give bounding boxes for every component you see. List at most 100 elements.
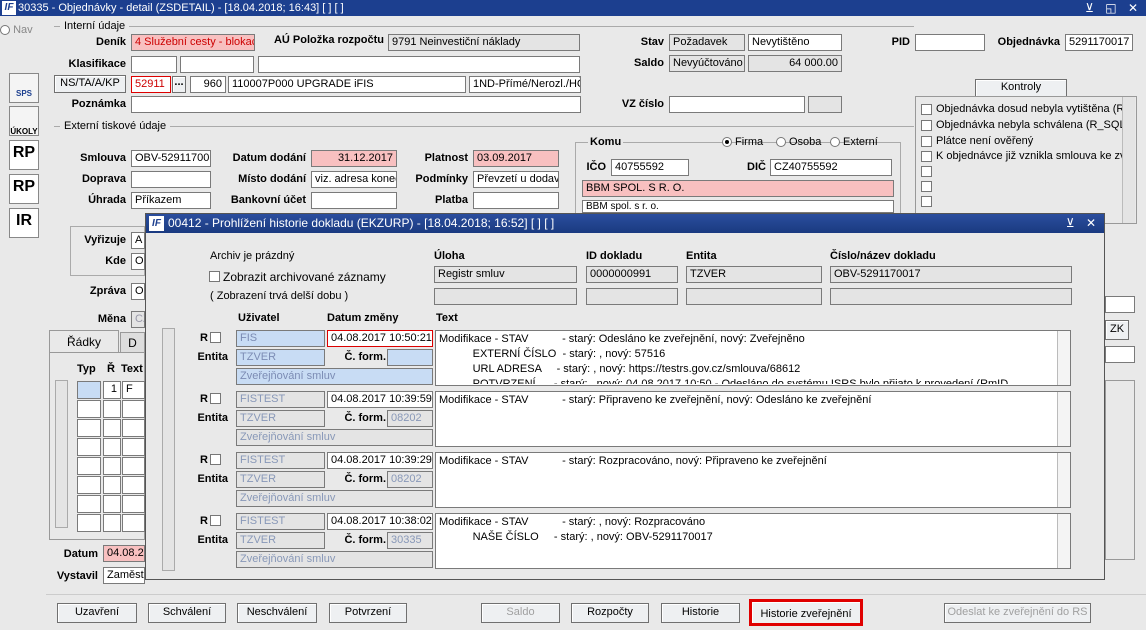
record-entity-field[interactable]: TZVER <box>236 471 325 488</box>
record-desc-field[interactable]: Zveřejňování smluv <box>236 551 433 568</box>
sps-button[interactable]: SPS <box>9 73 39 103</box>
radky-r-cell[interactable] <box>103 476 121 494</box>
record-entity-field[interactable]: TZVER <box>236 532 325 549</box>
record-date-field[interactable]: 04.08.2017 10:50:21 <box>327 330 433 347</box>
misto-dodani-field[interactable]: viz. adresa konec <box>311 171 397 188</box>
radky-text-cell[interactable] <box>122 514 145 532</box>
record-entity-field[interactable]: TZVER <box>236 410 325 427</box>
saldo-field-2[interactable]: 64 000.00 <box>748 55 842 72</box>
neschvaleni-button[interactable]: Neschválení <box>237 603 317 623</box>
record-text-scrollbar[interactable] <box>1057 514 1070 568</box>
datum-dodani-field[interactable]: 31.12.2017 <box>311 150 397 167</box>
kontroly-button[interactable]: Kontroly <box>975 79 1067 97</box>
dic-field[interactable]: CZ40755592 <box>770 159 892 176</box>
right-field-1[interactable] <box>1105 296 1135 313</box>
platba-field[interactable] <box>473 192 559 209</box>
kontrola-checkbox-2[interactable] <box>921 120 932 131</box>
record-text-scrollbar[interactable] <box>1057 331 1070 385</box>
au-field[interactable]: 9791 Neinvestiční náklady <box>388 34 580 51</box>
record-text-scrollbar[interactable] <box>1057 453 1070 507</box>
radky-typ-cell[interactable] <box>77 457 101 475</box>
entita-field-2[interactable] <box>686 288 822 305</box>
radky-r-cell[interactable] <box>103 438 121 456</box>
record-date-field[interactable]: 04.08.2017 10:38:02 <box>327 513 433 530</box>
id-dokladu-field[interactable]: 0000000991 <box>586 266 678 283</box>
datum-field[interactable]: 04.08.2 <box>103 545 145 562</box>
radky-typ-cell[interactable] <box>77 400 101 418</box>
kontrola-checkbox-5[interactable] <box>921 166 932 177</box>
stav-field-2[interactable]: Nevytištěno <box>748 34 842 51</box>
radky-text-cell[interactable] <box>122 400 145 418</box>
kde-field[interactable]: O <box>131 253 145 270</box>
firma-radio[interactable] <box>722 137 732 147</box>
entita-field[interactable]: TZVER <box>686 266 822 283</box>
record-cform-field[interactable] <box>387 349 433 366</box>
podminky-field[interactable]: Převzetí u dodav <box>473 171 559 188</box>
externi-radio[interactable] <box>830 137 840 147</box>
radky-r-cell[interactable] <box>103 495 121 513</box>
record-r-checkbox[interactable] <box>210 332 221 343</box>
radky-r-cell[interactable] <box>103 514 121 532</box>
historie-zverejneni-button[interactable]: Historie zveřejnění <box>749 599 863 626</box>
radky-typ-cell[interactable] <box>77 514 101 532</box>
radky-typ-cell[interactable] <box>77 438 101 456</box>
kontrola-checkbox-3[interactable] <box>921 136 932 147</box>
kontrola-checkbox-4[interactable] <box>921 151 932 162</box>
ta-field[interactable]: 960 <box>190 76 226 93</box>
historie-button[interactable]: Historie <box>661 603 740 623</box>
cislo-dokladu-field-2[interactable] <box>830 288 1072 305</box>
cislo-dokladu-field[interactable]: OBV-5291170017 <box>830 266 1072 283</box>
radky-scrollbar[interactable] <box>55 380 68 528</box>
komu-name2-field[interactable]: BBM spol. s r. o. <box>582 200 894 213</box>
record-r-checkbox[interactable] <box>210 454 221 465</box>
radky-typ-cell[interactable] <box>77 495 101 513</box>
bankovni-ucet-field[interactable] <box>311 192 397 209</box>
radky-r-cell[interactable] <box>103 419 121 437</box>
objednavka-field[interactable]: 5291170017 <box>1065 34 1133 51</box>
uloha-field-2[interactable] <box>434 288 577 305</box>
pid-field[interactable] <box>915 34 985 51</box>
vz-field-2[interactable] <box>808 96 842 113</box>
record-desc-field[interactable]: Zveřejňování smluv <box>236 368 433 385</box>
rp-eu-button[interactable]: RP <box>9 174 39 204</box>
zk-button[interactable]: ZK <box>1105 320 1129 340</box>
radky-text-cell[interactable] <box>122 419 145 437</box>
record-desc-field[interactable]: Zveřejňování smluv <box>236 490 433 507</box>
record-user-field[interactable]: FIS <box>236 330 325 347</box>
record-cform-field[interactable]: 30335 <box>387 532 433 549</box>
id-dokladu-field-2[interactable] <box>586 288 678 305</box>
smlouva-field[interactable]: OBV-52911700 <box>131 150 211 167</box>
record-text-box[interactable]: Modifikace - STAV - starý: Odesláno ke z… <box>435 330 1071 386</box>
zobrazit-archiv-checkbox[interactable] <box>209 271 220 282</box>
record-entity-field[interactable]: TZVER <box>236 349 325 366</box>
record-desc-field[interactable]: Zveřejňování smluv <box>236 429 433 446</box>
record-user-field[interactable]: FISTEST <box>236 452 325 469</box>
zprava-field[interactable]: O <box>131 283 145 300</box>
potvrzeni-button[interactable]: Potvrzení <box>329 603 407 623</box>
osoba-radio[interactable] <box>776 137 786 147</box>
vz-field[interactable] <box>669 96 805 113</box>
kontrola-checkbox-7[interactable] <box>921 196 932 207</box>
klasifikace-field-3[interactable] <box>258 56 580 73</box>
kp-field[interactable]: 1ND-Přímé/Nerozl./HČ- <box>469 76 581 93</box>
a-field[interactable]: 110007P000 UPGRADE iFIS <box>228 76 466 93</box>
record-r-checkbox[interactable] <box>210 393 221 404</box>
poznamka-field[interactable] <box>131 96 581 113</box>
window-controls[interactable]: ⊻ ◱ ✕ <box>1085 0 1142 16</box>
ukoly-button[interactable]: ÚKOLY <box>9 106 39 136</box>
klasifikace-field-2[interactable] <box>180 56 254 73</box>
uloha-field[interactable]: Registr smluv <box>434 266 577 283</box>
ir-button[interactable]: IR <box>9 208 39 238</box>
radky-r-cell[interactable] <box>103 400 121 418</box>
record-date-field[interactable]: 04.08.2017 10:39:59 <box>327 391 433 408</box>
klasifikace-field-1[interactable] <box>131 56 177 73</box>
ico-field[interactable]: 40755592 <box>611 159 689 176</box>
rp-cz-button[interactable]: RP <box>9 140 39 170</box>
radky-typ-cell[interactable] <box>77 381 101 399</box>
radky-text-cell[interactable] <box>122 495 145 513</box>
tab-d[interactable]: D <box>120 332 145 352</box>
uhrada-field[interactable]: Příkazem <box>131 192 211 209</box>
platnost-field[interactable]: 03.09.2017 <box>473 150 559 167</box>
modal-records-scrollbar[interactable] <box>162 328 175 571</box>
record-user-field[interactable]: FISTEST <box>236 513 325 530</box>
